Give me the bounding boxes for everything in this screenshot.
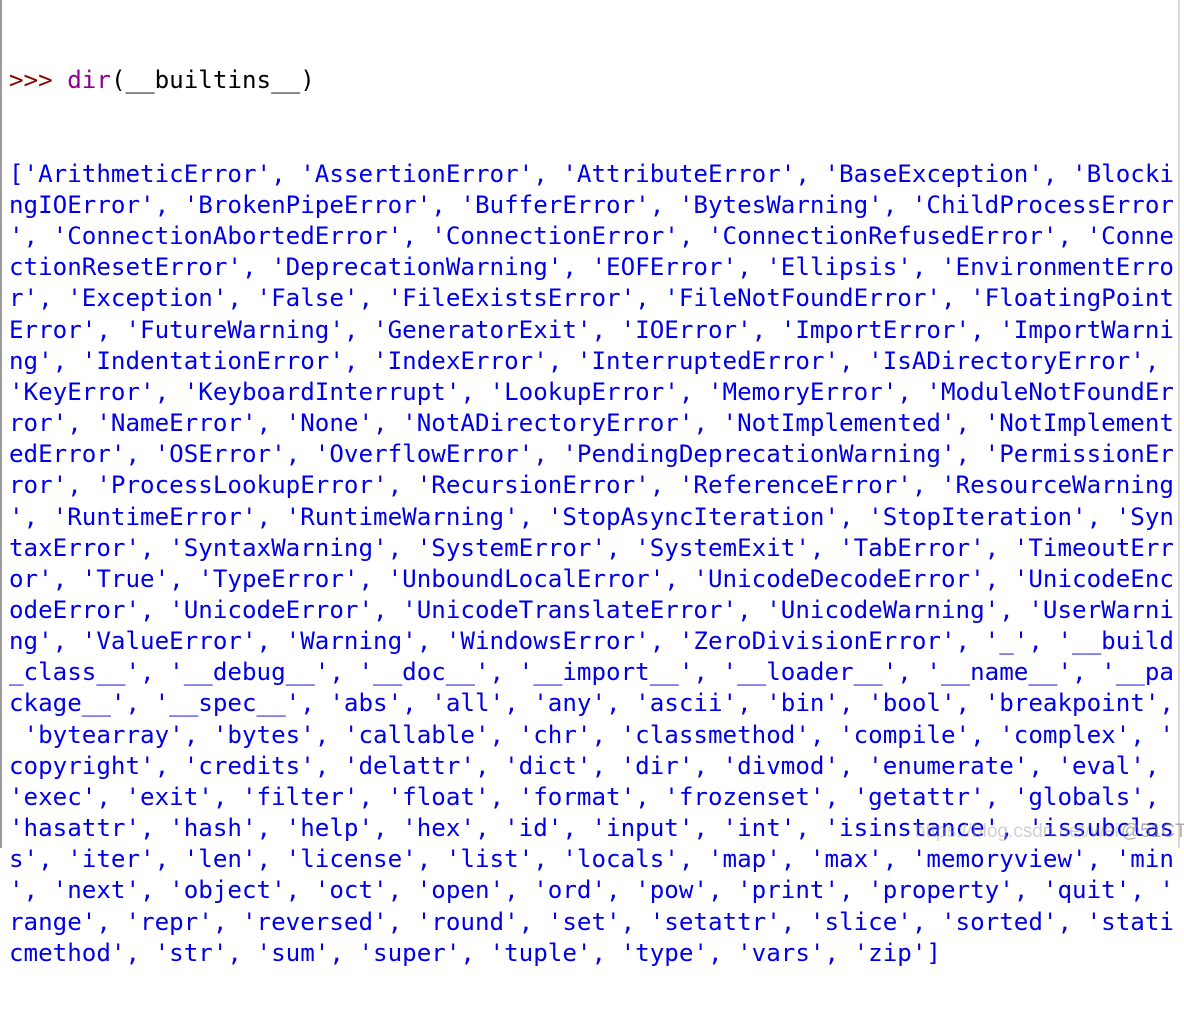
output-line: ngIOError', 'BrokenPipeError', 'BufferEr… xyxy=(9,190,1174,219)
output-line: ror', 'ProcessLookupError', 'RecursionEr… xyxy=(9,471,1174,500)
output-line: odeError', 'UnicodeError', 'UnicodeTrans… xyxy=(9,595,1174,624)
output-line: ', 'ConnectionAbortedError', 'Connection… xyxy=(9,222,1174,251)
output-line: s', 'iter', 'len', 'license', 'list', 'l… xyxy=(9,845,1174,874)
output-line: ror', 'NameError', 'None', 'NotADirector… xyxy=(9,409,1174,438)
output-line: ['ArithmeticError', 'AssertionError', 'A… xyxy=(9,159,1174,188)
output-line: copyright', 'credits', 'delattr', 'dict'… xyxy=(9,751,1174,780)
output-line: or', 'True', 'TypeError', 'UnboundLocalE… xyxy=(9,564,1174,593)
output-line: ', 'RuntimeError', 'RuntimeWarning', 'St… xyxy=(9,502,1174,531)
python-shell-window[interactable]: >>> dir(__builtins__) ['ArithmeticError'… xyxy=(0,0,1180,967)
output-line: 'KeyError', 'KeyboardInterrupt', 'Lookup… xyxy=(9,377,1174,406)
prompt: >>> xyxy=(9,66,68,95)
output-line: r', 'Exception', 'False', 'FileExistsErr… xyxy=(9,284,1174,313)
command-function: dir xyxy=(67,66,111,95)
output-line: ckage__', '__spec__', 'abs', 'all', 'any… xyxy=(9,689,1174,718)
output-line: ctionResetError', 'DeprecationWarning', … xyxy=(9,253,1174,282)
command-args: (__builtins__) xyxy=(110,66,315,95)
watermark-brand: @51CTO博客 xyxy=(1120,821,1184,842)
output-line: Error', 'FutureWarning', 'GeneratorExit'… xyxy=(9,315,1174,344)
output-line: range', 'repr', 'reversed', 'round', 'se… xyxy=(9,907,1174,936)
output-line: taxError', 'SyntaxWarning', 'SystemError… xyxy=(9,533,1174,562)
watermark-url: https://blog.csdn.net/wei xyxy=(915,821,1119,842)
output-line: ', 'next', 'object', 'oct', 'open', 'ord… xyxy=(9,876,1174,905)
command-output: ['ArithmeticError', 'AssertionError', 'A… xyxy=(9,159,1174,969)
watermark: https://blog.csdn.net/wei@51CTO博客 xyxy=(915,816,1184,843)
prompt-line: >>> dir(__builtins__) xyxy=(9,65,1174,96)
output-line: 'exec', 'exit', 'filter', 'float', 'form… xyxy=(9,782,1174,811)
output-line: edError', 'OSError', 'OverflowError', 'P… xyxy=(9,440,1174,469)
output-line: ng', 'IndentationError', 'IndexError', '… xyxy=(9,346,1174,375)
output-line: ng', 'ValueError', 'Warning', 'WindowsEr… xyxy=(9,627,1174,656)
output-line: 'bytearray', 'bytes', 'callable', 'chr',… xyxy=(9,720,1174,749)
output-line: cmethod', 'str', 'sum', 'super', 'tuple'… xyxy=(9,938,941,967)
shell-text-area[interactable]: >>> dir(__builtins__) ['ArithmeticError'… xyxy=(9,3,1174,1031)
output-line: _class__', '__debug__', '__doc__', '__im… xyxy=(9,658,1174,687)
